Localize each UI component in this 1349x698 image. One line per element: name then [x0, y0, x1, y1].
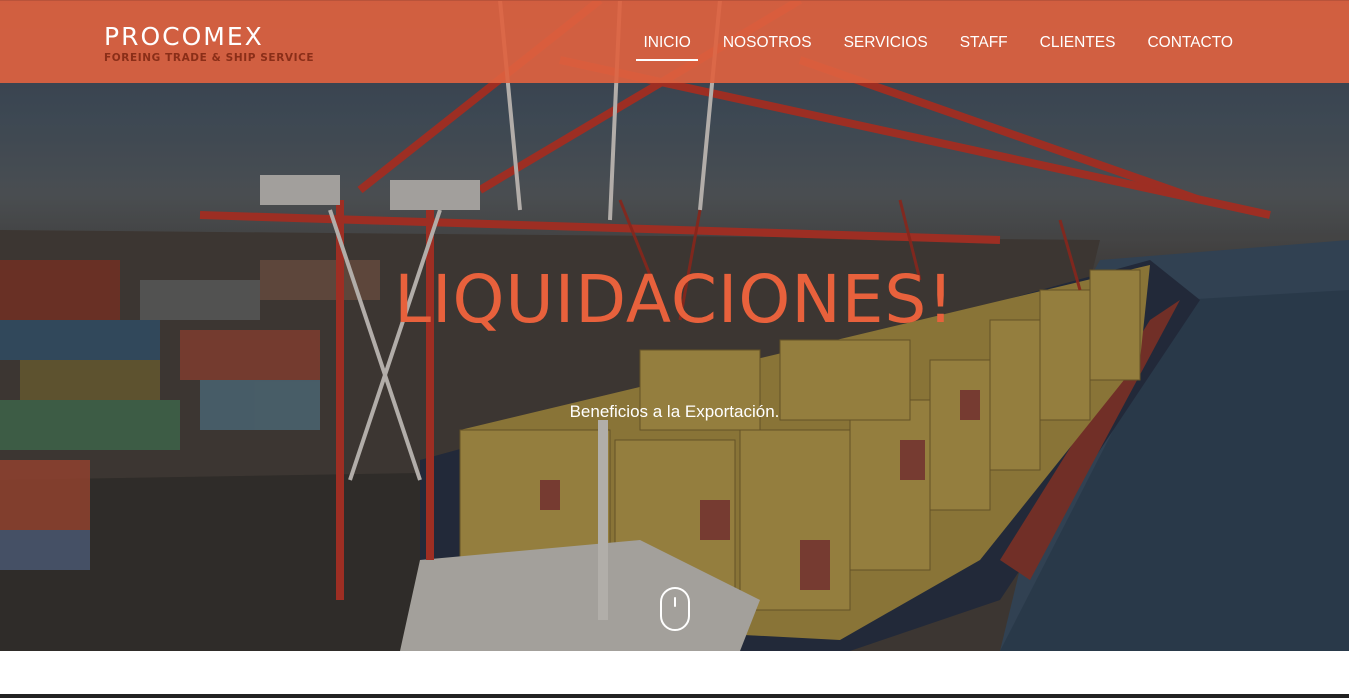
logo-title: PROCOMEX	[104, 22, 264, 51]
logo-tagline: FOREING TRADE & SHIP SERVICE	[104, 52, 315, 64]
nav-item-contacto[interactable]: CONTACTO	[1131, 33, 1249, 53]
main-nav: INICIO NOSOTROS SERVICIOS STAFF CLIENTES…	[627, 33, 1249, 61]
nav-item-inicio[interactable]: INICIO	[627, 33, 706, 61]
hero-title: LIQUIDACIONES!	[394, 261, 955, 338]
mouse-scroll-icon[interactable]	[660, 587, 690, 631]
nav-item-staff[interactable]: STAFF	[944, 33, 1024, 53]
page-bottom-divider	[0, 694, 1349, 698]
hero-subtitle: Beneficios a la Exportación.	[569, 402, 780, 421]
nav-item-nosotros[interactable]: NOSOTROS	[707, 33, 828, 53]
nav-item-servicios[interactable]: SERVICIOS	[828, 33, 944, 53]
scroll-wheel-indicator	[674, 597, 676, 607]
site-header: PROCOMEX FOREING TRADE & SHIP SERVICE IN…	[0, 0, 1349, 83]
site-logo[interactable]: PROCOMEX FOREING TRADE & SHIP SERVICE	[104, 22, 315, 65]
nav-item-clientes[interactable]: CLIENTES	[1024, 33, 1132, 53]
